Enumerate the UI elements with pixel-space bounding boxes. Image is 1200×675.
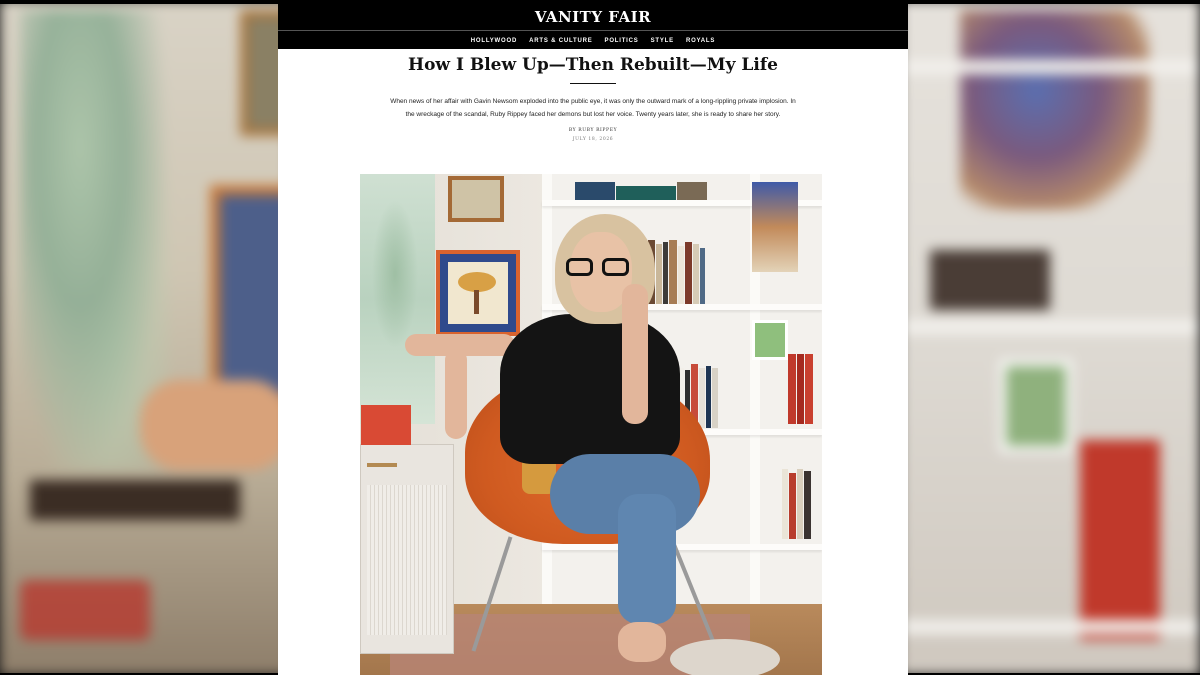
headline-divider	[570, 83, 616, 84]
hero-photo	[360, 174, 822, 675]
masthead: VANITY FAIR HOLLYWOOD ARTS & CULTURE POL…	[278, 4, 908, 49]
article-date: JULY 18, 2026	[572, 137, 614, 142]
article-headline: How I Blew Up—Then Rebuilt—My Life	[408, 55, 778, 75]
floor-pouf	[670, 639, 780, 675]
wall-frame-small	[448, 176, 504, 222]
small-artwork	[752, 320, 789, 360]
collage-artwork	[752, 182, 799, 272]
glasses	[566, 258, 632, 276]
article-dek: When news of her affair with Gavin Newso…	[390, 98, 796, 118]
nav-item-hollywood[interactable]: HOLLYWOOD	[471, 38, 517, 44]
book-row	[788, 354, 814, 424]
nav-item-royals[interactable]: ROYALS	[686, 38, 715, 44]
nav-item-arts-culture[interactable]: ARTS & CULTURE	[529, 38, 592, 44]
nav-item-style[interactable]: STYLE	[651, 38, 674, 44]
site-logo[interactable]: VANITY FAIR	[278, 8, 908, 26]
sideboard	[360, 405, 454, 654]
article-page: VANITY FAIR HOLLYWOOD ARTS & CULTURE POL…	[278, 4, 908, 675]
section-nav: HOLLYWOOD ARTS & CULTURE POLITICS STYLE …	[278, 30, 908, 50]
blurred-background-right	[900, 0, 1200, 675]
book-row	[782, 469, 812, 539]
woman-figure	[500, 314, 680, 464]
book-row	[575, 182, 708, 200]
wall-frame-tree	[436, 250, 520, 336]
article-byline[interactable]: BY RUBY RIPPEY	[278, 128, 908, 133]
blurred-background-left	[0, 0, 300, 675]
nav-item-politics[interactable]: POLITICS	[605, 38, 639, 44]
